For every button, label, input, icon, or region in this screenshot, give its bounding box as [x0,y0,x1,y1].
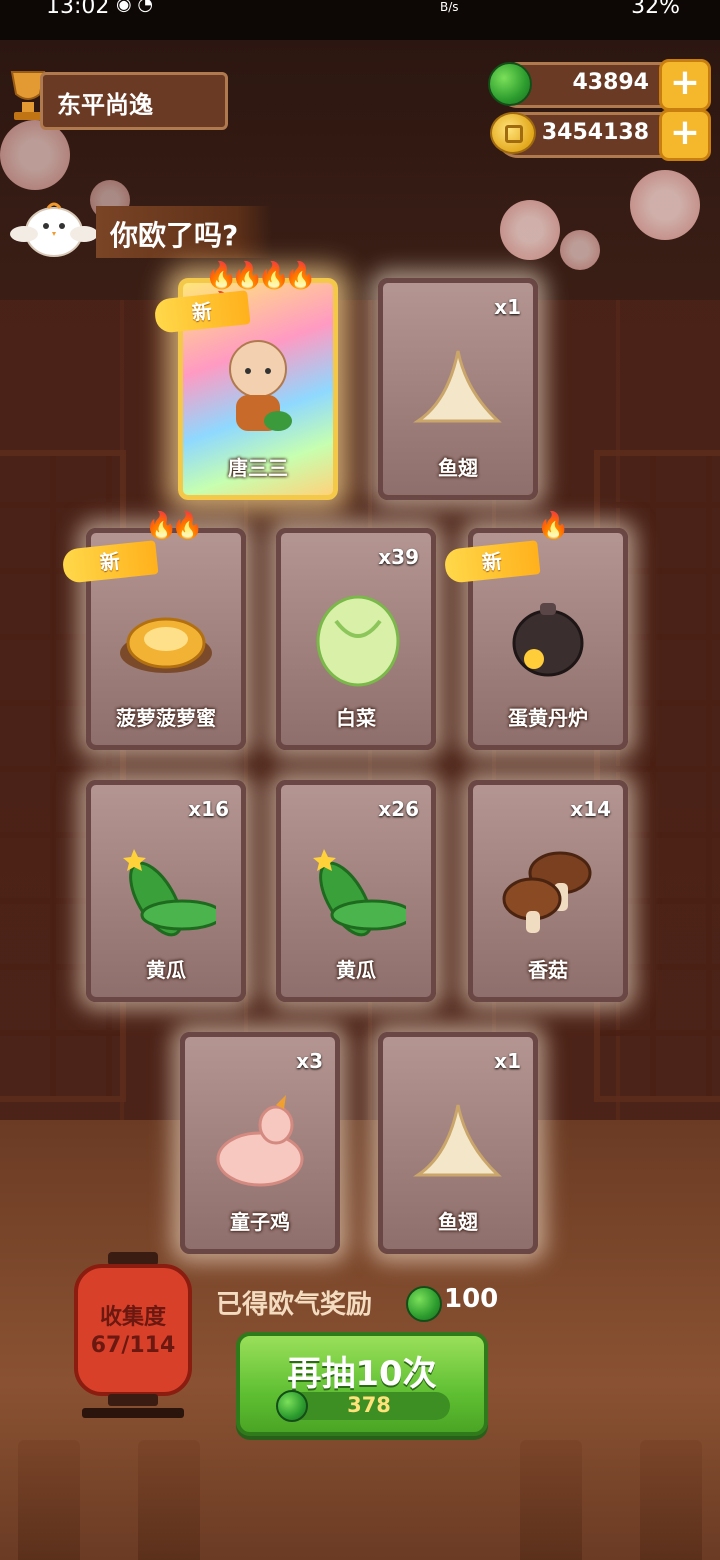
reward-card[interactable]: x1 鱼翅 [378,1032,538,1254]
card-name: 鱼翅 [438,1210,478,1234]
wooden-post [138,1440,200,1560]
card-count: x16 [188,797,229,821]
card-name: 黄瓜 [146,958,186,982]
net-speed: B/s [440,0,459,14]
reward-card[interactable]: x1 鱼翅 [378,278,538,500]
collection-text: 收集度 67/114 [74,1304,192,1360]
wooden-post [640,1440,702,1560]
status-time: 13:02 [46,0,110,19]
reward-card[interactable]: x39 白菜 [276,528,436,750]
coin-icon [490,112,536,154]
bird-mascot-icon [10,202,98,257]
banner-text: 你欧了吗? [110,219,239,252]
mushroom-icon [502,851,592,933]
card-name: 蛋黄丹炉 [508,706,588,730]
card-name: 菠萝菠萝蜜 [116,706,216,730]
reward-card[interactable]: x3 童子鸡 [180,1032,340,1254]
reward-card[interactable]: x16 黄瓜 [86,780,246,1002]
card-count: x39 [378,545,419,569]
battery-level: 32% [631,0,680,19]
draw-cost-value: 378 [347,1393,391,1417]
draw-again-button[interactable]: 再抽10次 378 [236,1332,488,1436]
card-count: x1 [494,1049,521,1073]
shark-fin-icon [413,350,502,423]
draw-button-label: 再抽10次 [287,1354,437,1394]
reward-card[interactable]: 🔥 新 蛋黄丹炉 [443,511,628,750]
chicken-icon [216,1095,304,1187]
reward-card[interactable]: 🔥🔥🔥🔥🔥 新 唐三三 [153,261,338,500]
card-name: 黄瓜 [336,958,376,982]
draw-cost: 378 [276,1390,450,1422]
furnace-icon [512,603,584,677]
card-count: x14 [570,797,611,821]
card-name: 白菜 [336,706,376,730]
card-name: 童子鸡 [230,1210,290,1234]
star-flames-icon: 🔥🔥 [145,511,204,541]
card-name: 鱼翅 [438,456,478,480]
gem-value: 43894 [572,70,649,95]
luck-banner: 你欧了吗? [96,206,272,258]
card-count: x3 [296,1049,323,1073]
blossom-decoration [560,230,600,270]
blossom-decoration [630,170,700,240]
add-gems-button[interactable]: + [659,59,711,111]
star-flames-icon: 🔥 [537,511,569,541]
shark-fin-icon [413,1104,502,1177]
cucumber-icon [313,849,406,937]
player-name-panel[interactable]: 东平尚逸 [40,72,228,130]
wooden-post [18,1440,80,1560]
cabbage-icon [316,595,400,687]
gem-icon [406,1286,442,1322]
reward-value: 100 [444,1284,499,1314]
new-tag: 新 [153,290,251,334]
notification-icons: ◉ ◔ [116,0,154,15]
card-count: x26 [378,797,419,821]
reward-label: 已得欧气奖励 [216,1290,373,1320]
pineapple-dish-icon [120,617,212,673]
cucumber-icon [123,849,216,937]
monk-character-art [229,340,292,431]
add-coins-button[interactable]: + [659,109,711,161]
status-bar: 13:02 ◉ ◔ B/s 32% [0,0,720,40]
blossom-decoration [0,120,70,190]
wooden-post [520,1440,582,1560]
card-name: 香菇 [528,958,568,982]
gem-icon [488,62,532,106]
card-name: 唐三三 [228,456,288,480]
coin-value: 3454138 [541,120,649,145]
reward-card[interactable]: x26 黄瓜 [276,780,436,1002]
collection-progress: 67/114 [90,1333,176,1358]
reward-card[interactable]: 🔥🔥 新 菠萝菠萝蜜 [61,511,246,750]
reward-card[interactable]: x14 香菇 [468,780,628,1002]
card-count: x1 [494,295,521,319]
collection-label: 收集度 [99,1305,166,1330]
player-name: 东平尚逸 [57,91,153,119]
blossom-decoration [500,200,560,260]
collection-lantern[interactable]: 收集度 67/114 [74,1252,192,1422]
